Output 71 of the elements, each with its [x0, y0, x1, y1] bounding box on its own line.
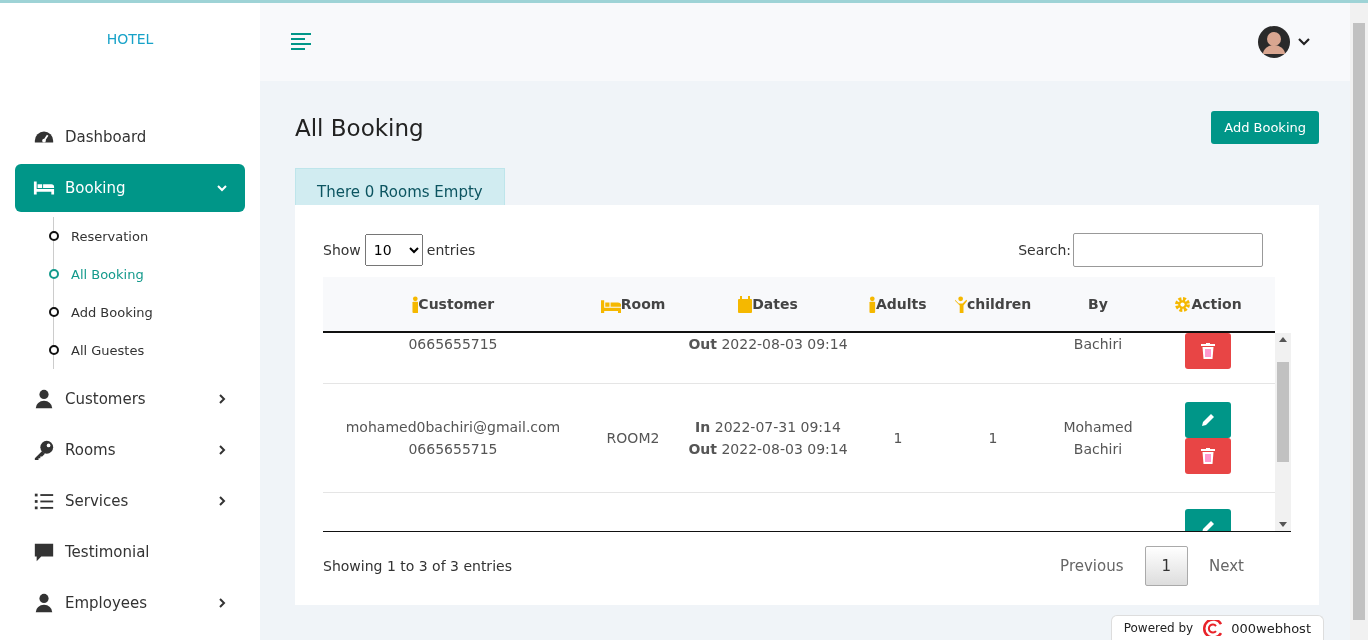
chevron-icon — [217, 496, 227, 506]
page-scrollbar[interactable] — [1350, 3, 1368, 640]
sidebar-item[interactable]: Employees — [15, 579, 245, 627]
search-field[interactable] — [1073, 233, 1263, 267]
submenu-item[interactable]: Reservation — [49, 217, 245, 255]
show-label: Show — [323, 242, 361, 258]
page-title: All Booking — [295, 114, 424, 141]
column-header[interactable]: By — [1043, 277, 1153, 331]
column-header[interactable]: Customer — [323, 277, 583, 331]
chevron-icon — [217, 394, 227, 404]
table-scrollbar[interactable] — [1275, 333, 1291, 531]
column-header[interactable]: Dates — [683, 277, 853, 331]
date-text: Out 2022-08-03 09:14 — [688, 335, 848, 354]
avatar[interactable] — [1258, 26, 1290, 58]
key-icon — [33, 439, 55, 461]
dropdown-caret-icon[interactable] — [1298, 37, 1310, 47]
children-text: 1 — [988, 429, 998, 448]
sidebar-item[interactable]: Customers — [15, 375, 245, 423]
author-text: Bachiri — [1073, 440, 1123, 459]
sidebar-item[interactable]: Services — [15, 477, 245, 525]
pagination-button[interactable]: Previous — [1043, 546, 1141, 586]
pagination-button[interactable]: 1 — [1144, 546, 1189, 586]
delete-button[interactable] — [1185, 333, 1231, 369]
column-header[interactable]: children — [943, 277, 1043, 331]
user-icon — [33, 592, 55, 614]
chat-icon — [33, 541, 55, 563]
pagination-button[interactable]: Next — [1192, 546, 1261, 586]
user-icon — [33, 388, 55, 410]
person-icon — [411, 295, 419, 313]
customer-text: 0665655715 — [408, 335, 498, 354]
sidebar-item[interactable]: Rooms — [15, 426, 245, 474]
trash-icon — [1201, 343, 1215, 359]
edit-button[interactable] — [1185, 402, 1231, 438]
scroll-up-arrow-icon[interactable] — [1279, 337, 1287, 342]
add-booking-button[interactable]: Add Booking — [1211, 111, 1319, 144]
trash-icon — [1201, 448, 1215, 464]
submenu-item[interactable]: All Booking — [49, 255, 245, 293]
date-text: Out 2022-08-03 09:14 — [688, 440, 848, 459]
hosting-badge[interactable]: Powered by 000webhost — [1110, 615, 1324, 640]
search-label: Search: — [1018, 242, 1071, 258]
menu-icon[interactable] — [290, 32, 312, 52]
scroll-down-arrow-icon[interactable] — [1279, 522, 1287, 527]
person-icon — [869, 295, 876, 313]
delete-button[interactable] — [1185, 438, 1231, 474]
entries-label: entries — [426, 242, 476, 258]
column-header[interactable]: Adults — [853, 277, 943, 331]
gear-icon — [1174, 295, 1192, 313]
room-text: ROOM2 — [606, 429, 660, 448]
column-header[interactable]: Room — [583, 277, 683, 331]
column-header[interactable]: Action — [1153, 277, 1263, 331]
chevron-icon — [217, 445, 227, 455]
entries-select[interactable]: 10 — [364, 234, 423, 266]
table-info: Showing 1 to 3 of 3 entries — [323, 558, 512, 574]
customer-text: 0665655715 — [408, 440, 498, 459]
chevron-icon — [217, 598, 227, 608]
sidebar-item[interactable]: Testimonial — [15, 528, 245, 576]
submenu-item[interactable]: All Guestes — [49, 331, 245, 369]
sidebar-item[interactable]: Booking — [15, 164, 245, 212]
customer-text: mohamed0bachiri@gmail.com — [345, 418, 561, 437]
swirl-logo-icon — [1201, 620, 1224, 636]
pencil-icon — [1200, 412, 1216, 428]
child-icon — [954, 295, 967, 313]
sidebar-item[interactable]: Dashboard — [15, 113, 245, 161]
date-text: In 2022-07-31 09:14 — [695, 418, 841, 437]
author-text: Mohamed — [1063, 418, 1133, 437]
pencil-icon — [1200, 519, 1216, 531]
chevron-icon — [217, 183, 227, 193]
submenu-item[interactable]: Add Booking — [49, 293, 245, 331]
adults-text: 1 — [893, 429, 903, 448]
author-text: Bachiri — [1073, 335, 1123, 354]
calendar-icon — [738, 295, 753, 313]
